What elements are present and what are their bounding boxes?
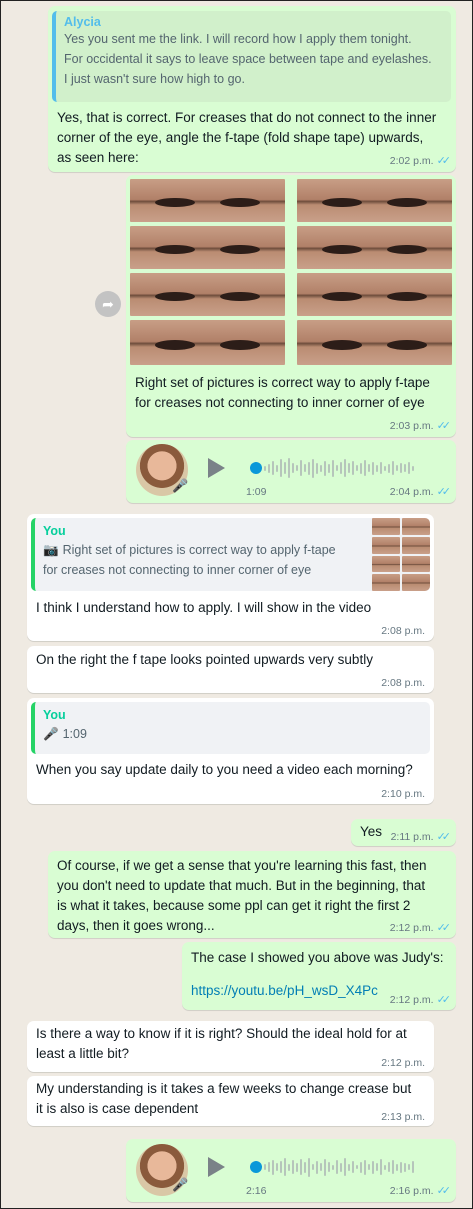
read-ticks-icon: ✓✓ [436,831,452,843]
play-button[interactable] [208,458,225,478]
message-text-line: Of course, if we get a sense that you're… [57,858,427,873]
message-text-line: My understanding is it takes a few weeks… [36,1081,412,1096]
voice-progress-dot[interactable] [250,462,262,474]
read-ticks-icon: ✓✓ [436,155,452,167]
eye-photo [297,273,452,316]
timestamp: 2:16 p.m. [389,1185,434,1197]
read-ticks-icon: ✓✓ [436,994,452,1006]
message-text-line: least a little bit? [36,1046,130,1061]
quoted-message[interactable]: You 📷 Right set of pictures is correct wa… [31,518,430,591]
quote-thumbnail [372,518,430,591]
eye-photo [130,179,285,222]
read-ticks-icon: ✓✓ [436,420,452,432]
message-text-line: it is also is case dependent [36,1101,199,1116]
timestamp: 2:03 p.m. [389,420,434,432]
eye-photo [130,226,285,269]
outgoing-message[interactable]: Yes 2:11 p.m. ✓✓ [351,819,456,846]
play-button[interactable] [208,1157,225,1177]
eye-photo-grid[interactable] [130,179,452,365]
message-meta: 2:02 p.m. ✓✓ [389,154,452,167]
quoted-message[interactable]: You 🎤 1:09 [31,702,430,754]
message-text-line: Yes [360,824,383,839]
outgoing-reply-message[interactable]: Alycia Yes you sent me the link. I will … [48,6,456,172]
message-meta: 2:12 p.m. ✓✓ [389,993,452,1006]
read-ticks-icon: ✓✓ [436,922,452,934]
timestamp: 2:04 p.m. [389,486,434,498]
outgoing-message[interactable]: The case I showed you above was Judy's: … [182,942,456,1010]
message-text-line: corner of the eye, angle the f-tape (fol… [57,130,424,145]
quote-line: For occidental it says to leave space be… [64,52,432,66]
timestamp: 2:08 p.m. [381,625,425,637]
timestamp: 2:11 p.m. [390,831,434,843]
image-caption-line: for creases not connecting to inner corn… [135,395,425,410]
message-meta: 2:03 p.m. ✓✓ [389,419,452,432]
quote-line: Yes you sent me the link. I will record … [64,32,412,46]
forward-icon[interactable]: ➦ [95,291,121,317]
outgoing-message[interactable]: Of course, if we get a sense that you're… [48,851,456,938]
eye-photo [130,273,285,316]
youtube-link[interactable]: https://youtu.be/pH_wsD_X4Pc [191,983,378,998]
message-text-line: you don't need to update that much. But … [57,878,426,893]
eye-photo [297,226,452,269]
outgoing-image-message[interactable]: Right set of pictures is correct way to … [126,175,456,437]
chat-window: Alycia Yes you sent me the link. I will … [0,0,473,1209]
message-text-line: When you say update daily to you need a … [36,762,413,777]
quote-line: I just wasn't sure how high to go. [64,72,245,86]
timestamp: 2:12 p.m. [381,1057,425,1069]
message-meta: 2:04 p.m. ✓✓ [389,485,452,498]
eye-photo [297,179,452,222]
message-meta: 2:11 p.m. ✓✓ [390,830,452,843]
voice-waveform[interactable] [264,457,414,479]
camera-icon: 📷 [43,543,59,557]
message-text-line: I think I understand how to apply. I wil… [36,600,372,615]
timestamp: 2:10 p.m. [381,788,425,800]
voice-progress-dot[interactable] [250,1161,262,1173]
read-ticks-icon: ✓✓ [436,486,452,498]
voice-duration: 1:09 [246,486,267,498]
outgoing-voice-message[interactable]: 🎤 2:16 2:16 p.m. ✓✓ [126,1139,456,1202]
mic-icon: 🎤 [172,1177,189,1192]
incoming-message[interactable]: My understanding is it takes a few weeks… [27,1076,434,1126]
quote-author: You [43,524,66,538]
eye-photo [297,320,452,365]
message-text-line: is what it takes, because some ppl can g… [57,898,411,913]
incoming-message[interactable]: Is there a way to know if it is right? S… [27,1021,434,1072]
message-meta: 2:16 p.m. ✓✓ [389,1184,452,1197]
voice-duration: 2:16 [246,1185,267,1197]
read-ticks-icon: ✓✓ [436,1185,452,1197]
image-caption-line: Right set of pictures is correct way to … [135,375,430,390]
incoming-reply-message[interactable]: You 📷 Right set of pictures is correct wa… [27,514,434,641]
timestamp: 2:12 p.m. [389,994,434,1006]
quote-line: Right set of pictures is correct way to … [62,543,336,557]
timestamp: 2:13 p.m. [381,1111,425,1123]
message-meta: 2:12 p.m. ✓✓ [389,921,452,934]
timestamp: 2:08 p.m. [381,677,425,689]
message-text-line: Yes, that is correct. For creases that d… [57,110,437,125]
incoming-message[interactable]: On the right the f tape looks pointed up… [27,646,434,693]
incoming-reply-message[interactable]: You 🎤 1:09 When you say update daily to y… [27,698,434,804]
mic-icon: 🎤 [43,727,59,741]
outgoing-voice-message[interactable]: 🎤 1:09 2:04 p.m. ✓✓ [126,440,456,503]
eye-photo [130,320,285,365]
quoted-message[interactable]: Alycia Yes you sent me the link. I will … [52,11,451,102]
mic-icon: 🎤 [172,478,189,493]
quote-line: for creases not connecting to inner corn… [43,563,312,577]
timestamp: 2:12 p.m. [389,922,434,934]
timestamp: 2:02 p.m. [389,155,434,167]
message-text-line: The case I showed you above was Judy's: [191,950,444,965]
message-text-line: Is there a way to know if it is right? S… [36,1026,407,1041]
quote-author: You [43,708,66,722]
quote-voice-duration: 1:09 [62,727,87,741]
message-text-line: On the right the f tape looks pointed up… [36,652,373,667]
voice-waveform[interactable] [264,1156,414,1178]
quote-author: Alycia [64,15,101,29]
